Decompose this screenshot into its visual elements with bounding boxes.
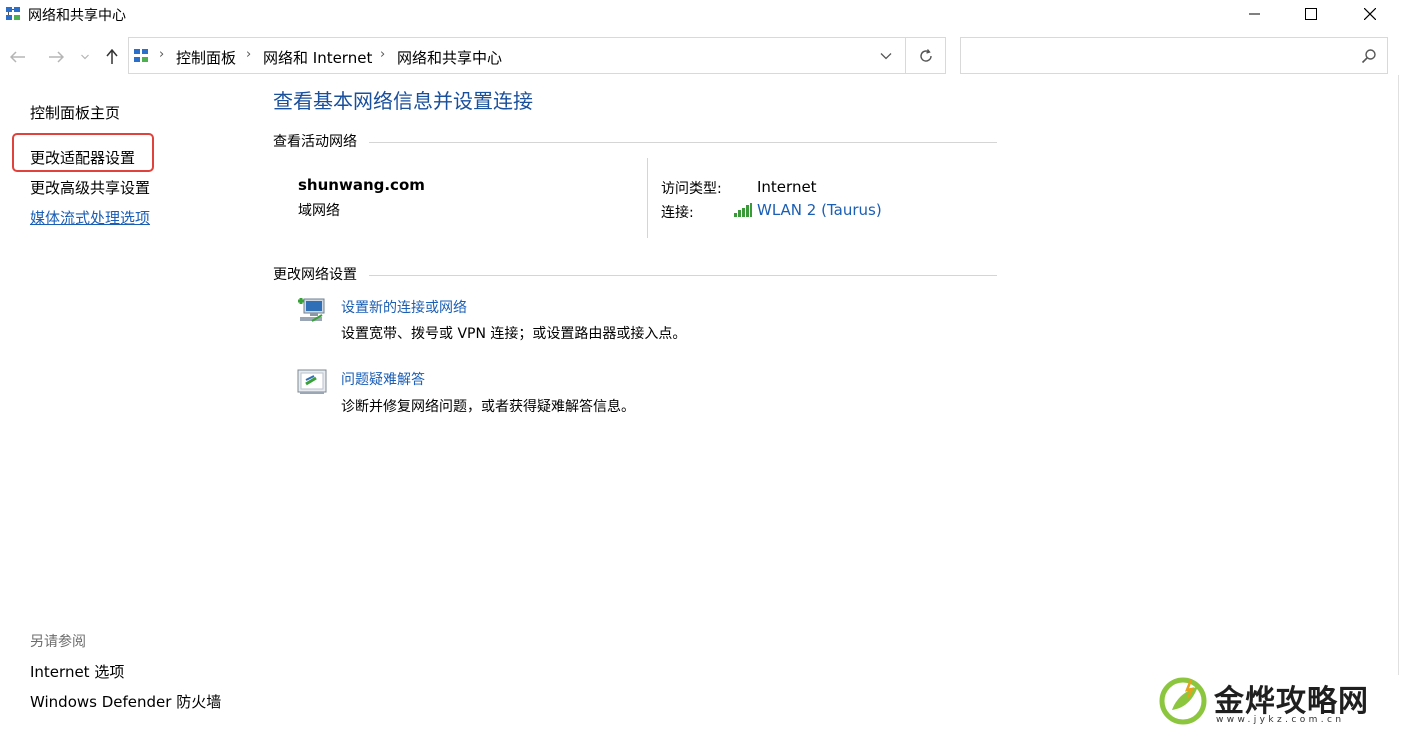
connection-label: 连接:	[661, 205, 694, 221]
window-edge	[1398, 75, 1399, 675]
back-button[interactable]	[6, 44, 30, 70]
watermark-url: www.jykz.com.cn	[1216, 715, 1345, 725]
watermark: 金烨攻略网 www.jykz.com.cn	[1158, 672, 1394, 730]
sidebar-item-media-streaming[interactable]: 媒体流式处理选项	[30, 207, 150, 228]
active-networks-heading: 查看活动网络	[273, 134, 357, 150]
up-button[interactable]	[100, 44, 124, 70]
breadcrumb-separator: ›	[246, 47, 252, 62]
title-bar: 网络和共享中心	[0, 0, 1402, 30]
see-also-heading: 另请参阅	[30, 634, 86, 650]
network-name: shunwang.com	[298, 176, 425, 194]
network-center-icon	[6, 7, 20, 20]
back-arrow-icon	[10, 51, 25, 63]
page-title: 查看基本网络信息并设置连接	[273, 89, 533, 113]
search-icon[interactable]	[1361, 48, 1377, 64]
breadcrumb-separator: ›	[380, 47, 386, 62]
recent-locations-button[interactable]	[76, 44, 94, 70]
close-button[interactable]	[1347, 0, 1393, 28]
access-type-value: Internet	[757, 178, 817, 196]
sidebar-item-advanced-sharing[interactable]: 更改高级共享设置	[30, 177, 150, 198]
divider	[647, 158, 648, 238]
chevron-down-icon	[880, 52, 892, 59]
minimize-button[interactable]	[1232, 0, 1278, 28]
troubleshoot-description: 诊断并修复网络问题，或者获得疑难解答信息。	[341, 399, 635, 415]
address-dropdown-button[interactable]	[869, 38, 903, 73]
see-also-firewall[interactable]: Windows Defender 防火墙	[30, 691, 221, 712]
watermark-name: 金烨攻略网	[1214, 684, 1369, 719]
breadcrumb-network-internet[interactable]: 网络和 Internet	[263, 47, 372, 68]
breadcrumb-network-center[interactable]: 网络和共享中心	[397, 47, 502, 68]
setup-connection-description: 设置宽带、拨号或 VPN 连接；或设置路由器或接入点。	[341, 326, 687, 342]
maximize-button[interactable]	[1288, 0, 1334, 28]
connection-link[interactable]: WLAN 2 (Taurus)	[757, 201, 882, 219]
change-settings-heading: 更改网络设置	[273, 267, 357, 283]
sidebar-item-control-panel-home[interactable]: 控制面板主页	[30, 102, 120, 123]
address-bar[interactable]: › 控制面板 › 网络和 Internet › 网络和共享中心	[128, 37, 946, 74]
forward-arrow-icon	[49, 51, 64, 63]
maximize-icon	[1305, 8, 1317, 20]
breadcrumb-separator: ›	[159, 47, 165, 62]
wifi-signal-icon	[734, 203, 752, 217]
window-title: 网络和共享中心	[28, 8, 126, 24]
divider	[369, 142, 997, 143]
divider	[369, 275, 997, 276]
minimize-icon	[1249, 13, 1260, 15]
up-arrow-icon	[106, 49, 118, 64]
refresh-button[interactable]	[905, 38, 946, 73]
see-also-internet-options[interactable]: Internet 选项	[30, 661, 124, 682]
sidebar-item-change-adapter-settings[interactable]: 更改适配器设置	[30, 147, 135, 168]
new-connection-icon	[298, 298, 325, 322]
refresh-icon	[920, 48, 932, 62]
watermark-logo-icon	[1159, 677, 1207, 725]
search-box[interactable]	[960, 37, 1388, 74]
network-center-icon	[134, 49, 148, 62]
access-type-label: 访问类型:	[661, 181, 722, 197]
forward-button[interactable]	[44, 44, 68, 70]
chevron-down-icon	[81, 54, 89, 60]
network-category: 域网络	[298, 203, 340, 219]
troubleshoot-icon	[297, 369, 327, 394]
setup-connection-link[interactable]: 设置新的连接或网络	[341, 297, 467, 317]
troubleshoot-link[interactable]: 问题疑难解答	[341, 369, 425, 389]
search-input[interactable]	[967, 44, 1351, 68]
breadcrumb-control-panel[interactable]: 控制面板	[176, 47, 236, 68]
close-icon	[1364, 8, 1376, 20]
